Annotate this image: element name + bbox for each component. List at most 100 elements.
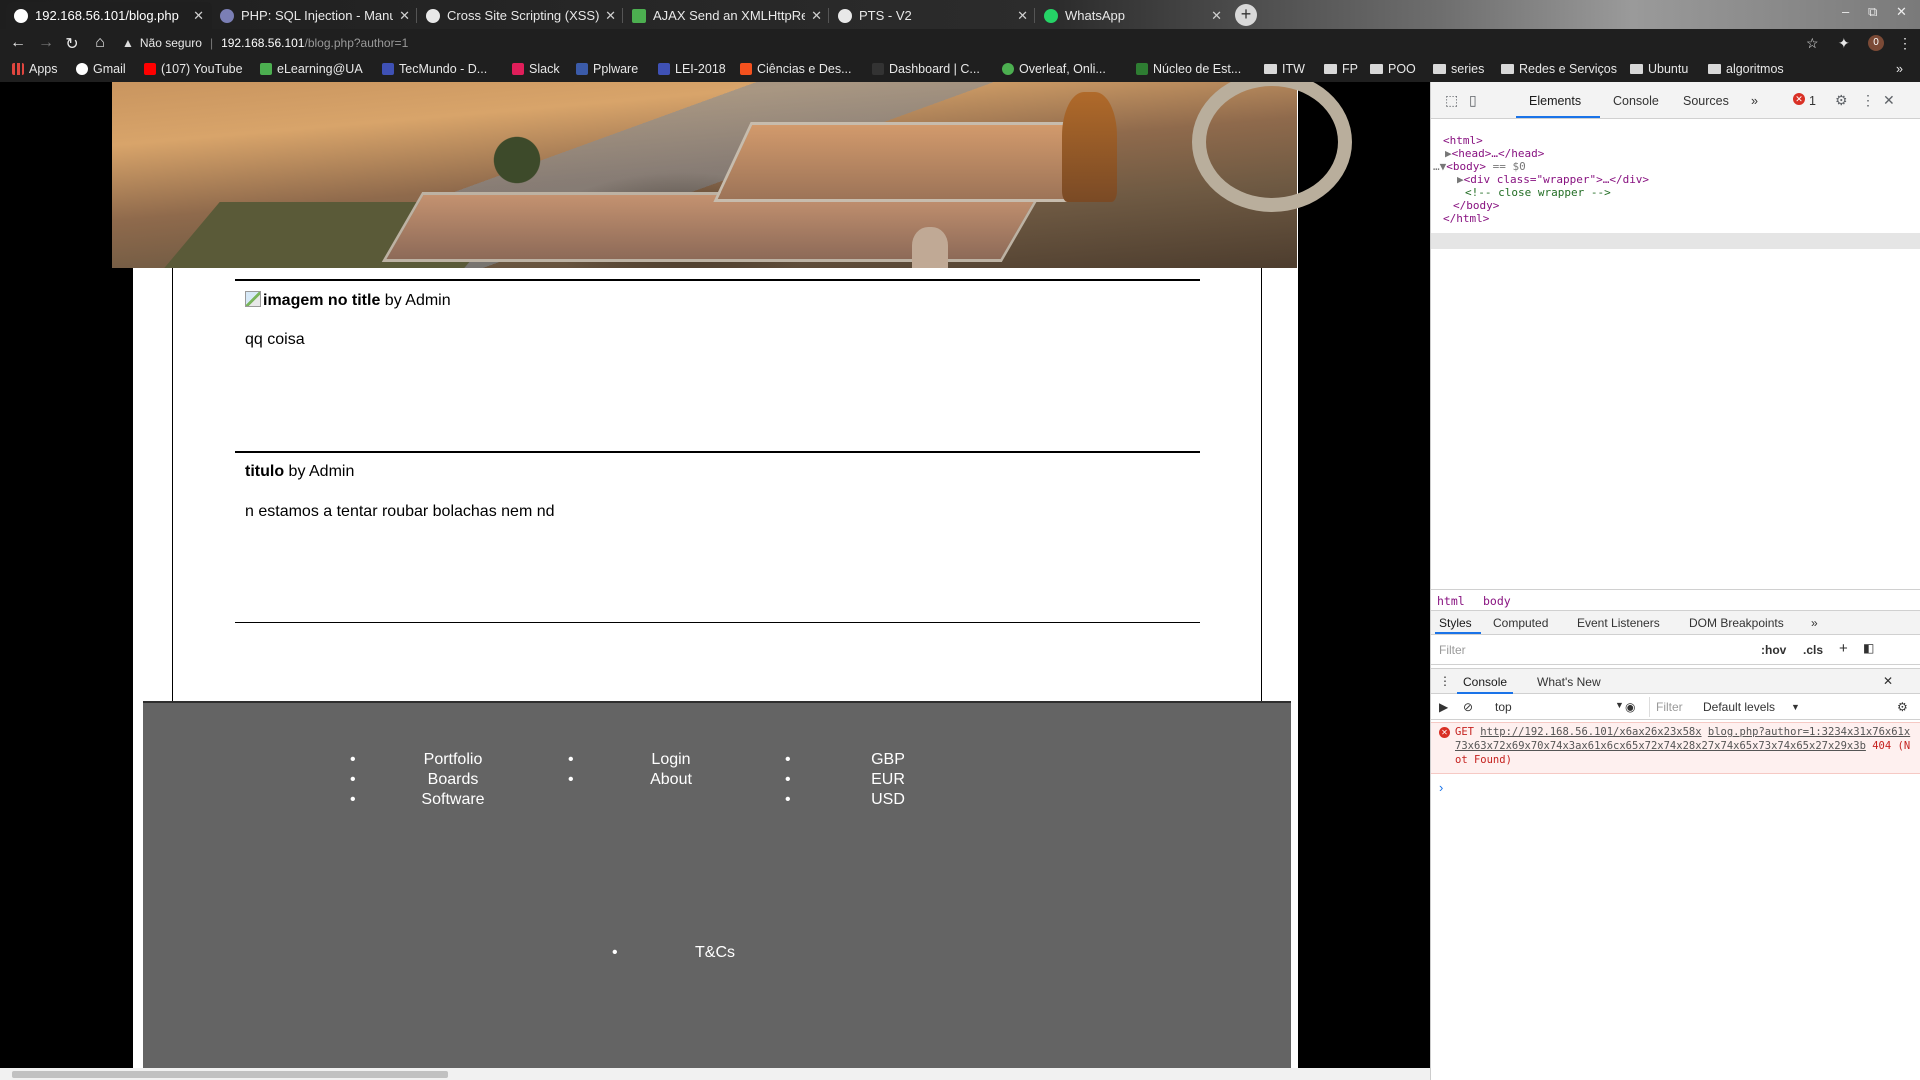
tab-xss[interactable]: Cross Site Scripting (XSS) ✕ bbox=[418, 2, 624, 29]
close-icon[interactable]: ✕ bbox=[1211, 8, 1222, 24]
cls-toggle[interactable]: .cls bbox=[1803, 643, 1823, 657]
styles-filter-input[interactable]: Filter bbox=[1439, 643, 1466, 657]
log-levels-dropdown[interactable]: Default levels bbox=[1703, 700, 1775, 714]
footer-link-about[interactable]: About bbox=[568, 771, 731, 791]
error-count[interactable]: 1 bbox=[1809, 94, 1816, 108]
tab-console[interactable]: Console bbox=[1613, 94, 1659, 108]
settings-gear-icon[interactable]: ⚙ bbox=[1835, 92, 1848, 109]
star-icon[interactable]: ☆ bbox=[1806, 35, 1819, 52]
eye-icon[interactable]: ◉ bbox=[1625, 700, 1635, 714]
footer-currency-usd[interactable]: USD bbox=[785, 791, 948, 811]
bookmarks-bar: Apps Gmail (107) YouTube eLearning@UA Te… bbox=[0, 58, 1920, 82]
footer-currency-eur[interactable]: EUR bbox=[785, 771, 948, 791]
footer-link-login[interactable]: Login bbox=[568, 751, 731, 771]
close-icon[interactable]: ✕ bbox=[605, 8, 616, 24]
minimize-button[interactable]: – bbox=[1842, 4, 1849, 19]
bookmark-apps[interactable]: Apps bbox=[12, 62, 58, 76]
dom-node-html-close[interactable]: </html> bbox=[1443, 211, 1489, 227]
footer-link-portfolio[interactable]: Portfolio bbox=[350, 751, 513, 771]
new-tab-button[interactable]: + bbox=[1235, 4, 1257, 26]
error-badge-icon[interactable]: ✕ bbox=[1793, 93, 1805, 105]
bookmark-folder-redes[interactable]: Redes e Serviços bbox=[1501, 62, 1617, 76]
breadcrumb-body[interactable]: body bbox=[1483, 594, 1511, 608]
tab-elements[interactable]: Elements bbox=[1529, 94, 1581, 108]
tab-dom-breakpoints[interactable]: DOM Breakpoints bbox=[1689, 616, 1784, 630]
close-drawer-icon[interactable]: ✕ bbox=[1883, 674, 1893, 688]
horizontal-scrollbar[interactable] bbox=[0, 1068, 1432, 1080]
bookmark-folder-itw[interactable]: ITW bbox=[1264, 62, 1305, 76]
device-toolbar-icon[interactable]: ▯ bbox=[1469, 92, 1477, 109]
tab-styles[interactable]: Styles bbox=[1439, 616, 1472, 630]
more-tabs-button[interactable]: » bbox=[1751, 94, 1758, 108]
bookmarks-overflow-button[interactable]: » bbox=[1896, 62, 1903, 76]
home-icon[interactable]: ⌂ bbox=[90, 34, 110, 52]
tab-php-sql-injection[interactable]: PHP: SQL Injection - Manu ✕ bbox=[212, 2, 418, 29]
close-icon[interactable]: ✕ bbox=[399, 8, 410, 24]
clear-console-icon[interactable]: ⊘ bbox=[1463, 700, 1473, 714]
sidebar-icon[interactable]: ▶ bbox=[1439, 700, 1448, 714]
bookmark-ciencias[interactable]: Ciências e Des... bbox=[740, 62, 851, 76]
tab-blog[interactable]: 192.168.56.101/blog.php ✕ bbox=[6, 2, 212, 29]
bookmark-elearning[interactable]: eLearning@UA bbox=[260, 62, 363, 76]
tab-pts[interactable]: PTS - V2 ✕ bbox=[830, 2, 1036, 29]
bookmark-lei-2018[interactable]: LEI-2018 bbox=[658, 62, 726, 76]
extensions-icon[interactable]: ✦ bbox=[1838, 35, 1850, 52]
bookmark-folder-ubuntu[interactable]: Ubuntu bbox=[1630, 62, 1688, 76]
bookmark-pplware[interactable]: Pplware bbox=[576, 62, 638, 76]
tab-ajax[interactable]: AJAX Send an XMLHttpRe ✕ bbox=[624, 2, 830, 29]
close-icon[interactable]: ✕ bbox=[193, 8, 204, 24]
footer-currency-gbp[interactable]: GBP bbox=[785, 751, 948, 771]
forward-icon[interactable]: → bbox=[36, 34, 56, 52]
back-icon[interactable]: ← bbox=[8, 34, 28, 52]
maximize-button[interactable]: ⧉ bbox=[1868, 4, 1877, 20]
drawer-menu-icon[interactable]: ⋮ bbox=[1439, 674, 1451, 688]
sidebar-toggle-icon[interactable]: ◧ bbox=[1863, 641, 1874, 655]
console-settings-gear-icon[interactable]: ⚙ bbox=[1897, 700, 1908, 714]
drawer-tab-whats-new[interactable]: What's New bbox=[1537, 675, 1601, 689]
footer-link-terms[interactable]: T&Cs bbox=[612, 944, 775, 964]
footer-link-software[interactable]: Software bbox=[350, 791, 513, 811]
drawer-tab-console[interactable]: Console bbox=[1463, 675, 1507, 689]
bookmark-tecmundo[interactable]: TecMundo - D... bbox=[382, 62, 487, 76]
avatar[interactable]: 0 bbox=[1868, 35, 1884, 51]
kebab-menu-icon[interactable]: ⋮ bbox=[1861, 92, 1875, 109]
hov-toggle[interactable]: :hov bbox=[1761, 643, 1786, 657]
bookmark-folder-poo[interactable]: POO bbox=[1370, 62, 1416, 76]
overleaf-icon bbox=[1002, 63, 1014, 75]
bookmark-folder-series[interactable]: series bbox=[1433, 62, 1484, 76]
globe-icon bbox=[14, 8, 28, 23]
nucleo-icon bbox=[1136, 63, 1148, 75]
close-icon[interactable]: ✕ bbox=[1017, 8, 1028, 24]
tab-computed[interactable]: Computed bbox=[1493, 616, 1548, 630]
bookmark-nucleo[interactable]: Núcleo de Est... bbox=[1136, 62, 1241, 76]
menu-icon[interactable]: ⋮ bbox=[1898, 35, 1912, 52]
bookmark-overleaf[interactable]: Overleaf, Onli... bbox=[1002, 62, 1106, 76]
close-icon[interactable]: ✕ bbox=[811, 8, 822, 24]
close-devtools-icon[interactable]: ✕ bbox=[1883, 92, 1895, 109]
bookmark-folder-fp[interactable]: FP bbox=[1324, 62, 1358, 76]
address-bar[interactable]: ▲ Não seguro | 192.168.56.101/blog.php?a… bbox=[122, 31, 408, 55]
php-icon bbox=[220, 8, 234, 23]
tab-event-listeners[interactable]: Event Listeners bbox=[1577, 616, 1660, 630]
bookmark-folder-algoritmos[interactable]: algoritmos bbox=[1708, 62, 1784, 76]
more-style-tabs-button[interactable]: » bbox=[1811, 616, 1818, 630]
reload-icon[interactable]: ↻ bbox=[62, 34, 82, 54]
bookmark-slack[interactable]: Slack bbox=[512, 62, 560, 76]
bookmark-gmail[interactable]: Gmail bbox=[76, 62, 126, 76]
tab-whatsapp[interactable]: WhatsApp ✕ bbox=[1036, 2, 1230, 29]
breadcrumb-html[interactable]: html bbox=[1437, 594, 1465, 608]
tab-sources[interactable]: Sources bbox=[1683, 94, 1729, 108]
request-url-link[interactable]: http://192.168.56.101/x6ax26x23x58x bbox=[1480, 726, 1701, 738]
youtube-icon bbox=[144, 63, 156, 75]
console-prompt[interactable]: › bbox=[1439, 780, 1443, 795]
bookmark-label: POO bbox=[1388, 62, 1416, 76]
close-window-button[interactable]: ✕ bbox=[1896, 4, 1907, 20]
bookmark-youtube[interactable]: (107) YouTube bbox=[144, 62, 243, 76]
source-location-link[interactable]: blog.php?author=1:32 bbox=[1708, 726, 1834, 738]
new-rule-icon[interactable]: + bbox=[1839, 640, 1848, 657]
context-selector[interactable]: top ▼ bbox=[1487, 698, 1631, 716]
inspect-element-icon[interactable]: ⬚ bbox=[1445, 92, 1458, 109]
console-filter-input[interactable]: Filter bbox=[1649, 697, 1697, 717]
footer-link-boards[interactable]: Boards bbox=[350, 771, 513, 791]
bookmark-dashboard[interactable]: Dashboard | C... bbox=[872, 62, 980, 76]
